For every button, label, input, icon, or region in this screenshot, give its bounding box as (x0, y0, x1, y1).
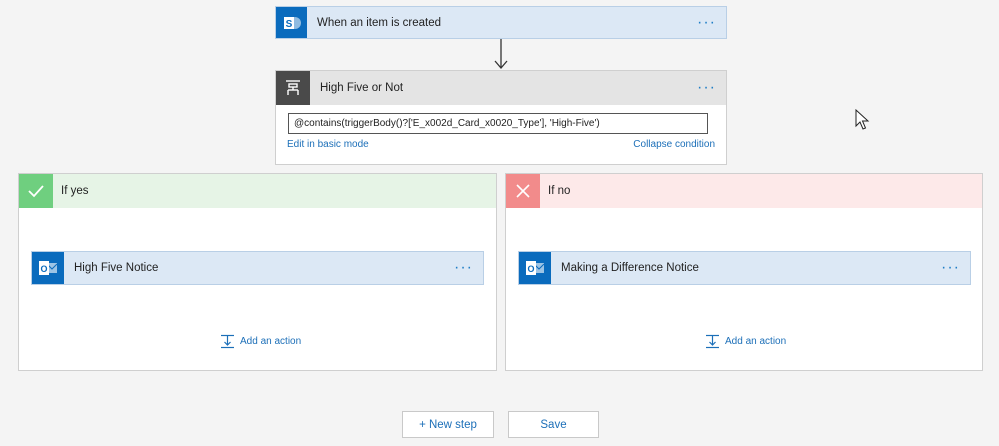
action-title: High Five Notice (74, 262, 159, 274)
branch-no-title: If no (548, 185, 571, 197)
condition-card: High Five or Not ··· @contains(triggerBo… (275, 70, 727, 165)
branch-yes-header: If yes (19, 174, 496, 208)
mouse-cursor-icon (855, 109, 870, 130)
action-more-icon[interactable]: ··· (454, 260, 473, 276)
branch-yes-title: If yes (61, 185, 89, 197)
new-step-button[interactable]: + New step (402, 411, 494, 438)
condition-header[interactable]: High Five or Not ··· (276, 71, 726, 105)
svg-text:S: S (285, 19, 292, 30)
condition-title: High Five or Not (320, 82, 404, 94)
trigger-card[interactable]: S When an item is created ··· (275, 6, 727, 39)
action-title: Making a Difference Notice (561, 262, 699, 274)
add-action-label: Add an action (725, 336, 787, 347)
add-action-button-no[interactable]: Add an action (705, 334, 786, 349)
check-icon (19, 174, 53, 208)
branch-yes: If yes O High Five Notice ··· Add an act… (18, 173, 497, 371)
condition-expression-input[interactable]: @contains(triggerBody()?['E_x002d_Card_x… (288, 113, 708, 134)
branch-no: If no O Making a Difference Notice ··· A… (505, 173, 983, 371)
action-card-making-difference[interactable]: O Making a Difference Notice ··· (518, 251, 971, 285)
trigger-more-icon[interactable]: ··· (697, 14, 716, 31)
connector-arrow (494, 39, 508, 69)
add-action-icon (706, 334, 719, 349)
save-button[interactable]: Save (508, 411, 599, 438)
condition-more-icon[interactable]: ··· (697, 80, 716, 96)
close-icon (506, 174, 540, 208)
branch-no-header: If no (506, 174, 982, 208)
collapse-condition-link[interactable]: Collapse condition (633, 139, 715, 150)
trigger-title: When an item is created (317, 16, 442, 29)
add-action-label: Add an action (240, 336, 302, 347)
edit-basic-mode-link[interactable]: Edit in basic mode (287, 139, 369, 150)
sharepoint-icon: S (276, 7, 307, 38)
svg-text:O: O (527, 264, 534, 274)
condition-expression-text: @contains(triggerBody()?['E_x002d_Card_x… (294, 118, 600, 129)
add-action-button-yes[interactable]: Add an action (220, 334, 301, 349)
action-more-icon[interactable]: ··· (941, 260, 960, 276)
outlook-icon: O (32, 252, 64, 284)
condition-icon (276, 71, 310, 105)
add-action-icon (221, 334, 234, 349)
outlook-icon: O (519, 252, 551, 284)
action-card-high-five[interactable]: O High Five Notice ··· (31, 251, 484, 285)
svg-text:O: O (40, 264, 47, 274)
